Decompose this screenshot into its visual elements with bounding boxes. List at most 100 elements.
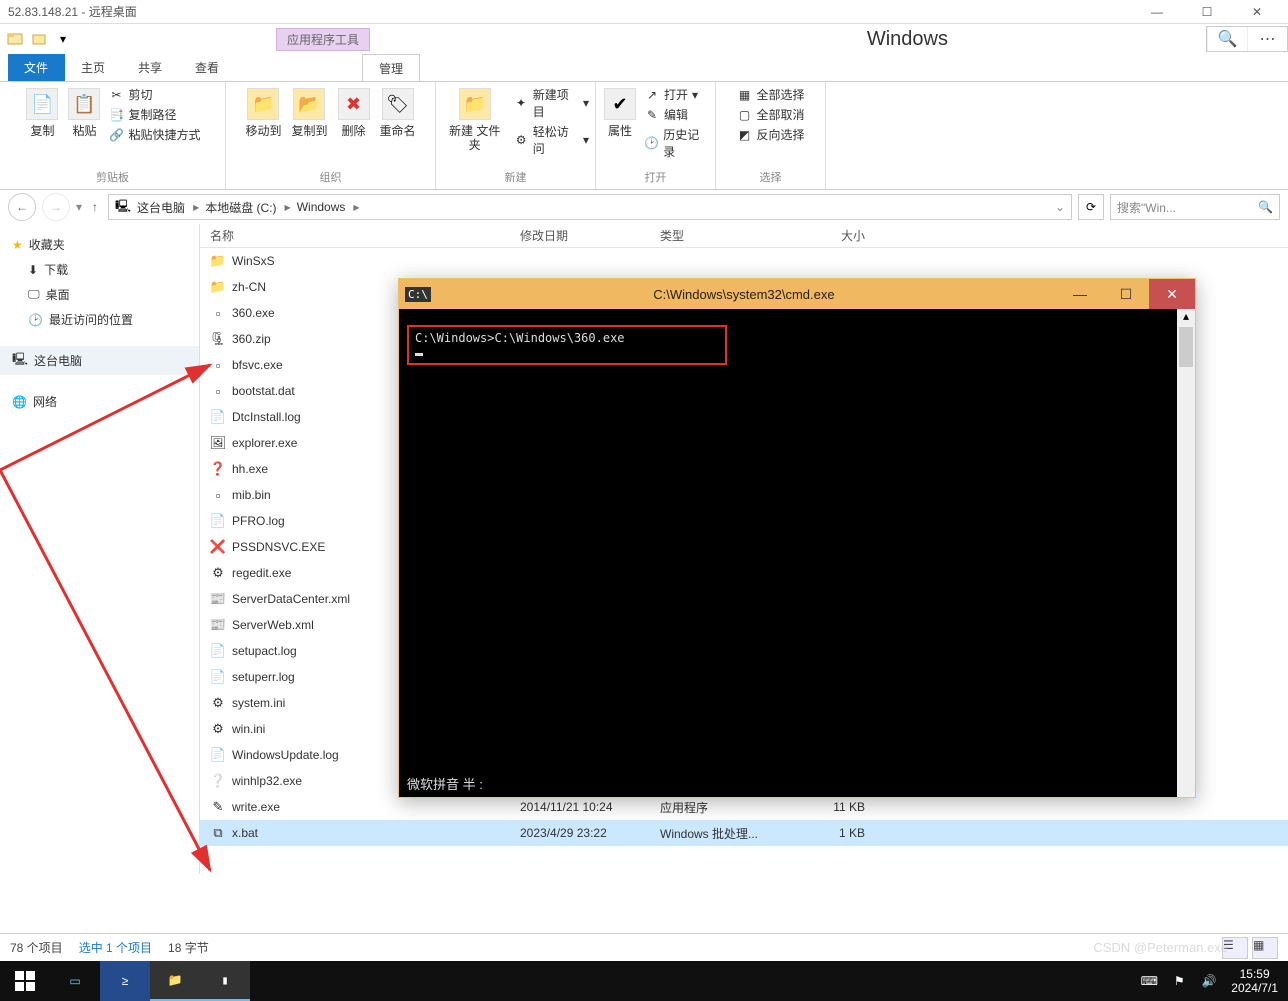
folder-window-icon bbox=[4, 28, 26, 50]
file-name: regedit.exe bbox=[232, 566, 291, 580]
ribbon-tabs: 文件 主页 共享 查看 管理 bbox=[0, 54, 1288, 82]
ribbon-group-new: 📁新建 文件夹 ✦新建项目 ▾ ⚙轻松访问 ▾ 新建 bbox=[436, 82, 596, 189]
easy-access-button[interactable]: ⚙轻松访问 ▾ bbox=[513, 123, 589, 157]
cmd-icon: C:\ bbox=[405, 287, 431, 302]
crumb-disk-c[interactable]: 本地磁盘 (C:) bbox=[205, 199, 290, 216]
sidebar-favorites[interactable]: ★收藏夹 bbox=[0, 232, 199, 257]
crumb-windows[interactable]: Windows bbox=[297, 200, 360, 214]
tab-view[interactable]: 查看 bbox=[179, 54, 236, 81]
column-headers[interactable]: 名称 修改日期 类型 大小 bbox=[200, 224, 1288, 248]
sidebar-downloads[interactable]: ⬇下载 bbox=[0, 257, 199, 282]
cmd-minimize-button[interactable]: — bbox=[1057, 279, 1103, 309]
new-folder-button[interactable]: 📁新建 文件夹 bbox=[442, 86, 507, 155]
file-icon: ▫ bbox=[210, 357, 226, 373]
cmd-titlebar[interactable]: C:\ C:\Windows\system32\cmd.exe — ☐ ✕ bbox=[399, 279, 1195, 309]
copy-button[interactable]: 📄复制 bbox=[24, 86, 60, 140]
file-name: ServerWeb.xml bbox=[232, 618, 314, 632]
paste-shortcut-button[interactable]: 🔗粘贴快捷方式 bbox=[108, 126, 200, 143]
file-name: winhlp32.exe bbox=[232, 774, 302, 788]
breadcrumb[interactable]: 🖳 这台电脑 本地磁盘 (C:) Windows ⌄ bbox=[108, 194, 1072, 220]
file-name: setupact.log bbox=[232, 644, 297, 658]
close-button[interactable]: ✕ bbox=[1234, 1, 1280, 23]
rename-button[interactable]: 🏷重命名 bbox=[378, 86, 418, 140]
search-input[interactable]: 搜索"Win... 🔍 bbox=[1110, 194, 1280, 220]
taskbar-cmd[interactable]: ▮ bbox=[200, 961, 250, 1001]
cmd-title-text: C:\Windows\system32\cmd.exe bbox=[431, 287, 1057, 302]
file-icon: ✎ bbox=[210, 799, 226, 815]
view-icons-button[interactable]: ▦ bbox=[1252, 937, 1278, 959]
history-button[interactable]: 🕑历史记录 bbox=[644, 126, 709, 160]
taskbar-explorer[interactable]: 📁 bbox=[150, 961, 200, 1001]
open-button[interactable]: ↗打开 ▾ bbox=[644, 86, 709, 103]
file-row[interactable]: 📁WinSxS bbox=[200, 248, 1288, 274]
sidebar-network[interactable]: 🌐网络 bbox=[0, 389, 199, 414]
copy-to-button[interactable]: 📂复制到 bbox=[289, 86, 329, 140]
file-icon: 📄 bbox=[210, 747, 226, 763]
explorer-more-icon[interactable]: ⋯ bbox=[1247, 27, 1287, 51]
recent-locations-button[interactable]: ▾ bbox=[76, 200, 82, 214]
tab-manage[interactable]: 管理 bbox=[362, 54, 420, 81]
minimize-button[interactable]: — bbox=[1134, 1, 1180, 23]
sidebar-this-pc[interactable]: 🖳这台电脑 bbox=[0, 346, 199, 375]
tray-flag-icon[interactable]: ⚑ bbox=[1165, 961, 1193, 1001]
search-icon: 🔍 bbox=[1258, 200, 1273, 214]
taskbar-powershell[interactable]: ≥ bbox=[100, 961, 150, 1001]
file-type: Windows 批处理... bbox=[660, 825, 805, 842]
sidebar-desktop[interactable]: 🖵桌面 bbox=[0, 282, 199, 307]
file-name: PSSDNSVC.EXE bbox=[232, 540, 325, 554]
file-icon: 📄 bbox=[210, 669, 226, 685]
qat-new-folder-icon[interactable] bbox=[28, 28, 50, 50]
sidebar-recent[interactable]: 🕑最近访问的位置 bbox=[0, 307, 199, 332]
back-button[interactable]: ← bbox=[8, 193, 36, 221]
file-name: mib.bin bbox=[232, 488, 271, 502]
forward-button[interactable]: → bbox=[42, 193, 70, 221]
col-type[interactable]: 类型 bbox=[660, 227, 805, 244]
tab-home[interactable]: 主页 bbox=[65, 54, 122, 81]
col-name[interactable]: 名称 bbox=[210, 227, 520, 244]
file-icon: ❓ bbox=[210, 461, 226, 477]
file-icon: 📄 bbox=[210, 513, 226, 529]
cmd-body[interactable]: C:\Windows>C:\Windows\360.exe 微软拼音 半 : bbox=[399, 309, 1195, 797]
invert-selection-button[interactable]: ◩反向选择 bbox=[736, 126, 804, 143]
cmd-close-button[interactable]: ✕ bbox=[1149, 279, 1195, 309]
file-icon: 🗜 bbox=[210, 331, 226, 347]
col-date[interactable]: 修改日期 bbox=[520, 227, 660, 244]
qat-dropdown-icon[interactable]: ▾ bbox=[52, 28, 74, 50]
start-button[interactable] bbox=[0, 961, 50, 1001]
tab-file[interactable]: 文件 bbox=[8, 54, 65, 81]
properties-button[interactable]: ✔属性 bbox=[602, 86, 638, 140]
cmd-scrollbar[interactable]: ▴ bbox=[1177, 309, 1195, 797]
file-row[interactable]: ⧉x.bat 2023/4/29 23:22 Windows 批处理... 1 … bbox=[200, 820, 1288, 846]
file-icon: ❌ bbox=[210, 539, 226, 555]
window-title: Windows bbox=[867, 28, 948, 51]
crumb-this-pc[interactable]: 这台电脑 bbox=[137, 199, 199, 216]
move-to-button[interactable]: 📁移动到 bbox=[243, 86, 283, 140]
app-tools-tab[interactable]: 应用程序工具 bbox=[276, 28, 370, 51]
select-all-button[interactable]: ▦全部选择 bbox=[736, 86, 804, 103]
up-button[interactable]: ↑ bbox=[88, 200, 102, 214]
file-type: 应用程序 bbox=[660, 799, 805, 816]
select-none-button[interactable]: ▢全部取消 bbox=[736, 106, 804, 123]
cmd-window[interactable]: C:\ C:\Windows\system32\cmd.exe — ☐ ✕ C:… bbox=[398, 278, 1196, 798]
taskbar-clock[interactable]: 15:592024/7/1 bbox=[1225, 967, 1284, 996]
file-icon: ⚙ bbox=[210, 721, 226, 737]
file-icon: ▫ bbox=[210, 305, 226, 321]
taskbar-server-manager[interactable]: ▭ bbox=[50, 961, 100, 1001]
col-size[interactable]: 大小 bbox=[805, 227, 865, 244]
cut-button[interactable]: ✂剪切 bbox=[108, 86, 200, 103]
tab-share[interactable]: 共享 bbox=[122, 54, 179, 81]
edit-button[interactable]: ✎编辑 bbox=[644, 106, 709, 123]
ribbon-group-clipboard: 📄复制 📋粘贴 ✂剪切 📑复制路径 🔗粘贴快捷方式 剪贴板 bbox=[0, 82, 226, 189]
tray-volume-icon[interactable]: 🔊 bbox=[1195, 961, 1223, 1001]
cmd-maximize-button[interactable]: ☐ bbox=[1103, 279, 1149, 309]
file-date: 2023/4/29 23:22 bbox=[520, 826, 660, 840]
paste-button[interactable]: 📋粘贴 bbox=[66, 86, 102, 140]
address-dropdown-icon[interactable]: ⌄ bbox=[1055, 200, 1065, 214]
refresh-button[interactable]: ⟳ bbox=[1078, 194, 1104, 220]
copy-path-button[interactable]: 📑复制路径 bbox=[108, 106, 200, 123]
tray-ime-icon[interactable]: ⌨ bbox=[1135, 961, 1163, 1001]
new-item-button[interactable]: ✦新建项目 ▾ bbox=[513, 86, 589, 120]
explorer-search-icon[interactable]: 🔍 bbox=[1207, 27, 1247, 51]
delete-button[interactable]: ✖删除 bbox=[336, 86, 372, 140]
maximize-button[interactable]: ☐ bbox=[1184, 1, 1230, 23]
